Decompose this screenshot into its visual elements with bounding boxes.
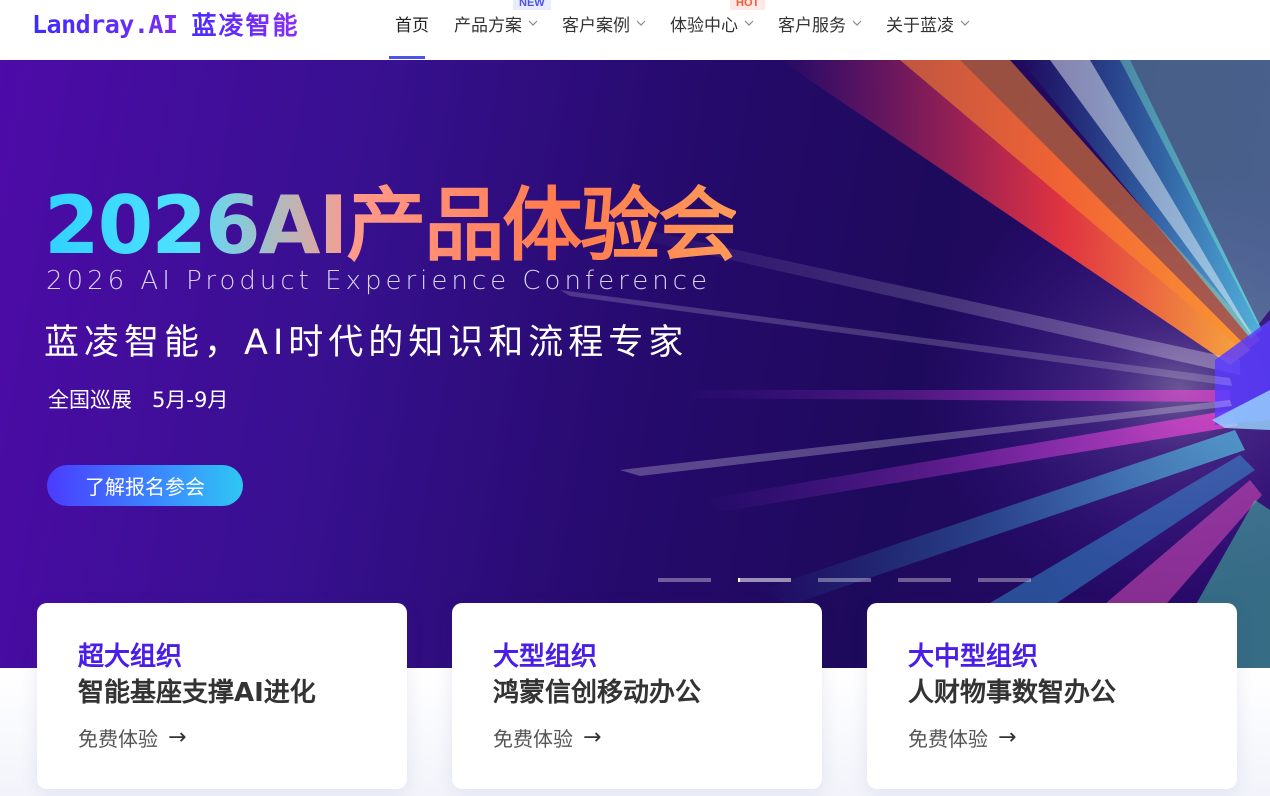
chevron-down-icon	[636, 16, 646, 29]
arrow-right-icon: →	[998, 725, 1017, 750]
arrow-right-icon: →	[168, 725, 187, 750]
nav-item-service[interactable]: 客户服务	[766, 0, 874, 60]
hero-tour-dates: 全国巡展 5月-9月	[48, 388, 229, 412]
nav-label: 产品方案	[454, 16, 522, 36]
card-link-label: 免费体验	[78, 727, 158, 751]
chevron-down-icon	[528, 16, 538, 29]
hot-badge: HOT	[730, 0, 766, 10]
nav-item-products[interactable]: 产品方案 NEW	[442, 0, 551, 60]
carousel-dot[interactable]	[818, 578, 871, 582]
site-header: Landray.AI 蓝凌智能 首页 产品方案 NEW 客户案例 体验中心 HO…	[0, 0, 1270, 60]
nav-label: 首页	[395, 16, 429, 36]
solution-card-super-large[interactable]: 超大组织 智能基座支撑AI进化 免费体验 →	[37, 603, 407, 789]
nav-item-about[interactable]: 关于蓝凌	[874, 0, 982, 60]
card-title: 人财物事数智办公	[908, 678, 1117, 708]
carousel-dot[interactable]	[978, 578, 1031, 582]
nav-label: 客户服务	[778, 16, 846, 36]
card-link-label: 免费体验	[493, 727, 573, 751]
new-badge: NEW	[513, 0, 551, 10]
chevron-down-icon	[852, 16, 862, 29]
logo-chinese: 蓝凌智能	[192, 6, 300, 42]
hero-banner[interactable]: 2026AI产品体验会 2026 AI Product Experience C…	[0, 60, 1270, 668]
card-link-label: 免费体验	[908, 727, 988, 751]
card-title: 鸿蒙信创移动办公	[493, 678, 702, 708]
hero-slogan: 蓝凌智能，AI时代的知识和流程专家	[44, 323, 689, 363]
register-button[interactable]: 了解报名参会	[47, 465, 243, 506]
card-category: 大型组织	[493, 642, 598, 672]
carousel-dot-active[interactable]	[738, 578, 791, 582]
card-title: 智能基座支撑AI进化	[78, 678, 316, 708]
logo-english: Landray.AI	[32, 9, 178, 39]
chevron-down-icon	[960, 16, 970, 29]
solution-card-mid-large[interactable]: 大中型组织 人财物事数智办公 免费体验 →	[867, 603, 1237, 789]
hero-subtitle-english: 2026 AI Product Experience Conference	[46, 266, 711, 296]
carousel-indicators	[658, 578, 1031, 582]
free-trial-link[interactable]: 免费体验 →	[78, 723, 407, 752]
nav-label: 关于蓝凌	[886, 16, 954, 36]
free-trial-link[interactable]: 免费体验 →	[908, 723, 1237, 752]
hero-title: 2026AI产品体验会	[44, 179, 738, 272]
chevron-down-icon	[744, 16, 754, 29]
carousel-dot[interactable]	[898, 578, 951, 582]
nav-item-experience[interactable]: 体验中心 HOT	[658, 0, 766, 60]
arrow-right-icon: →	[583, 725, 602, 750]
nav-label: 体验中心	[670, 16, 738, 36]
main-nav: 首页 产品方案 NEW 客户案例 体验中心 HOT 客户服务 关于蓝凌	[380, 0, 982, 60]
brand-logo[interactable]: Landray.AI 蓝凌智能	[32, 6, 300, 42]
nav-item-cases[interactable]: 客户案例	[550, 0, 658, 60]
carousel-dot[interactable]	[658, 578, 711, 582]
free-trial-link[interactable]: 免费体验 →	[493, 723, 822, 752]
card-category: 超大组织	[78, 642, 183, 672]
solution-card-large[interactable]: 大型组织 鸿蒙信创移动办公 免费体验 →	[452, 603, 822, 789]
card-category: 大中型组织	[908, 642, 1039, 672]
nav-label: 客户案例	[562, 16, 630, 36]
nav-item-home[interactable]: 首页	[380, 0, 434, 60]
